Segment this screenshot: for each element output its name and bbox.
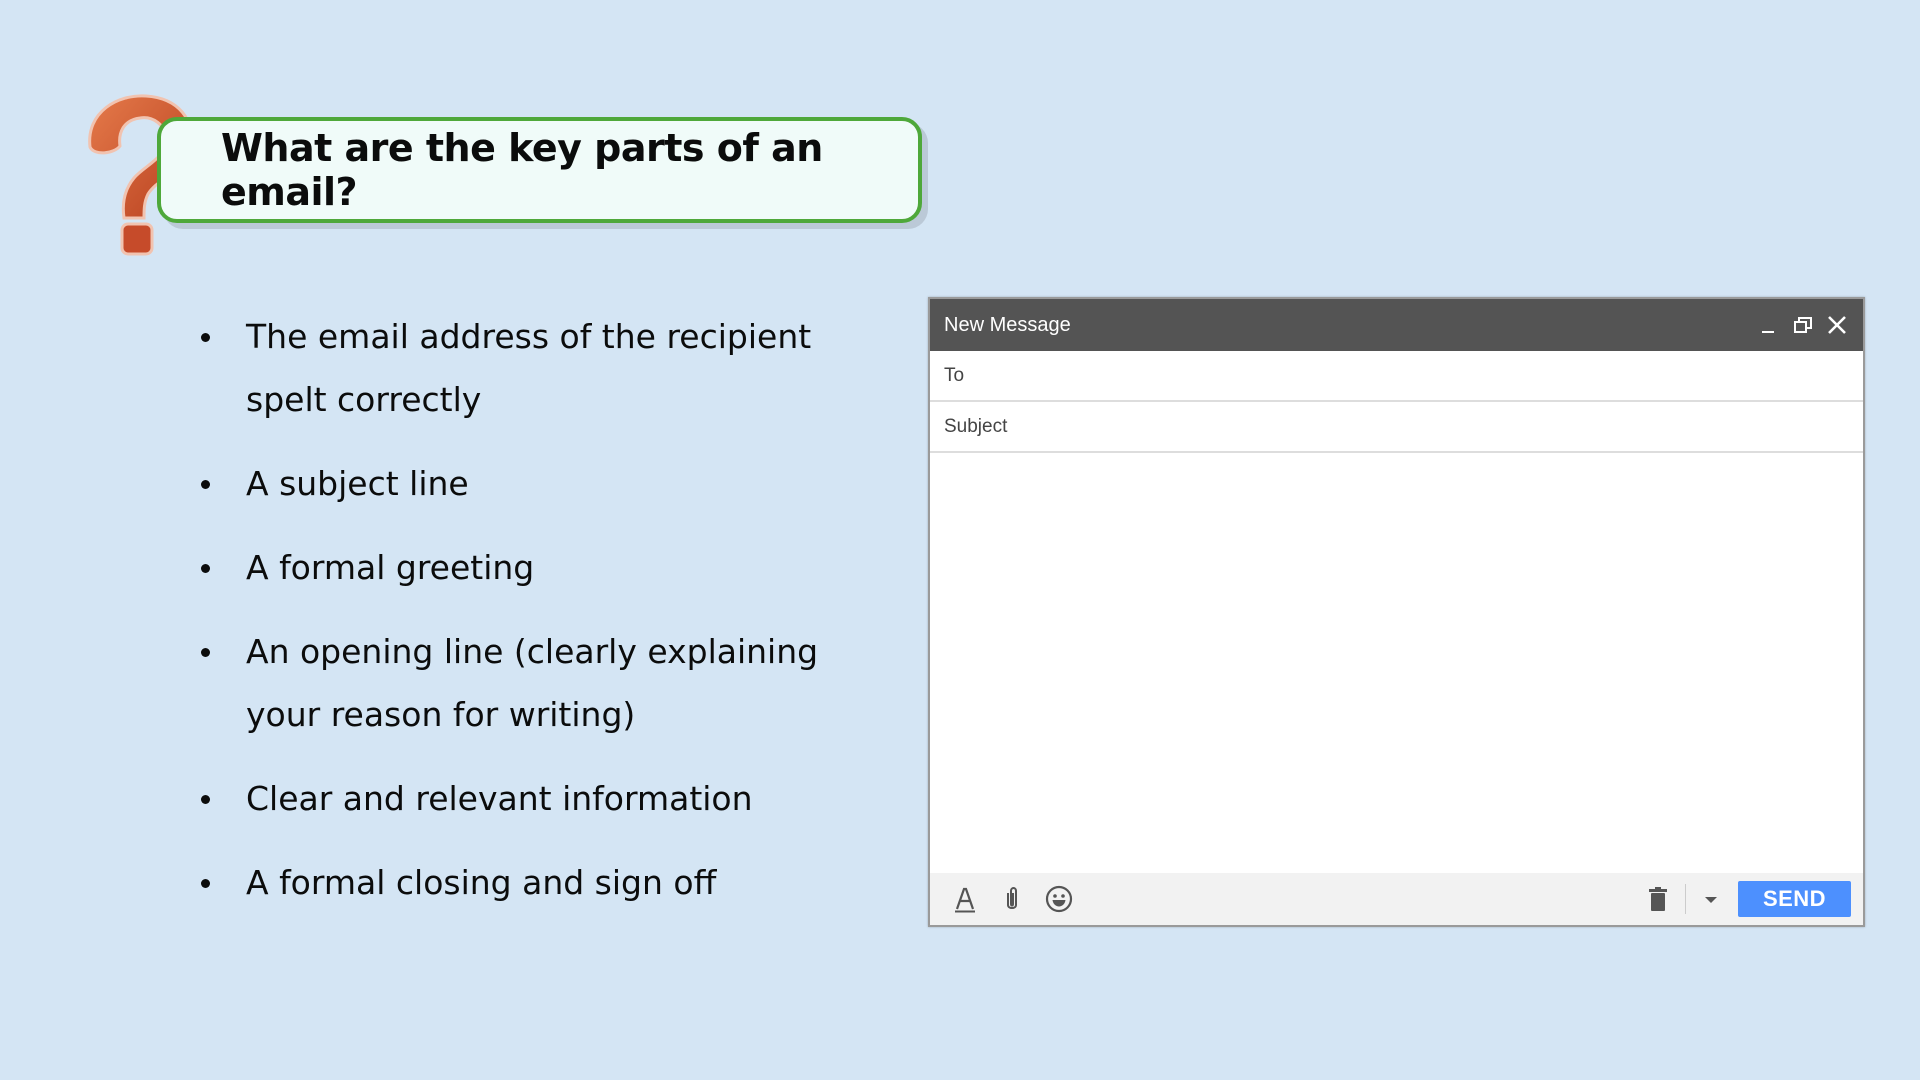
list-item: An opening line (clearly explaining your… [198, 620, 888, 746]
toolbar-divider [1685, 884, 1686, 914]
compose-title: New Message [944, 313, 1071, 336]
page-title: What are the key parts of an email? [221, 126, 823, 214]
popout-icon[interactable] [1791, 313, 1815, 337]
to-label: To [944, 364, 965, 386]
compose-toolbar: SEND [930, 873, 1863, 925]
trash-icon[interactable] [1643, 884, 1673, 914]
to-field[interactable]: To [930, 351, 1863, 402]
close-icon[interactable] [1825, 313, 1849, 337]
message-body[interactable] [930, 453, 1863, 874]
subject-label: Subject [944, 415, 1008, 437]
key-parts-list: The email address of the recipient spelt… [198, 305, 888, 935]
minimize-icon[interactable] [1757, 313, 1781, 337]
text-format-icon[interactable] [950, 884, 980, 914]
list-item: The email address of the recipient spelt… [198, 305, 888, 431]
list-item: A subject line [198, 452, 888, 515]
question-banner: What are the key parts of an email? [157, 117, 922, 223]
emoji-icon[interactable] [1044, 884, 1074, 914]
more-options-icon[interactable] [1696, 884, 1726, 914]
list-item: Clear and relevant information [198, 767, 888, 830]
compose-header: New Message [930, 299, 1863, 351]
attach-icon[interactable] [997, 884, 1027, 914]
list-item: A formal closing and sign off [198, 851, 888, 914]
subject-field[interactable]: Subject [930, 402, 1863, 453]
send-button[interactable]: SEND [1738, 881, 1851, 917]
list-item: A formal greeting [198, 536, 888, 599]
compose-window: New Message To Subject SEND [928, 297, 1865, 927]
